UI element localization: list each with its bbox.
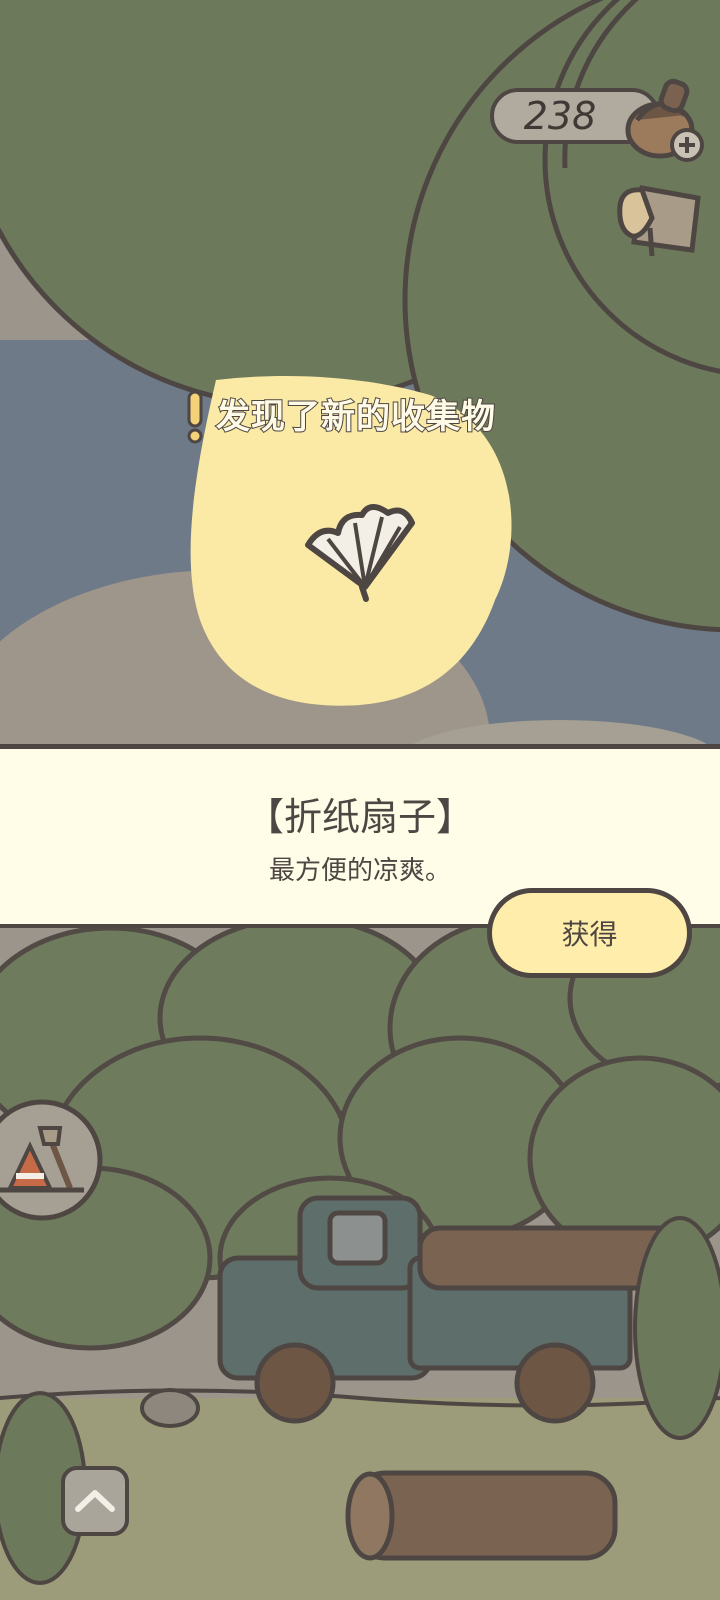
shovel-cone-icon[interactable]	[0, 1098, 105, 1223]
bag-icon[interactable]	[612, 178, 708, 264]
get-button[interactable]: 获得	[487, 888, 692, 978]
acorn-coin-add-icon[interactable]	[615, 70, 715, 170]
exclamation-icon	[187, 390, 203, 444]
chevron-up-icon[interactable]	[60, 1465, 130, 1537]
paper-fan-icon	[305, 504, 415, 602]
item-description: 最方便的凉爽。	[268, 856, 451, 886]
item-name: 【折纸扇子】	[245, 795, 474, 839]
coin-count: 238	[523, 94, 597, 138]
discovery-title: 发现了新的收集物	[215, 396, 496, 438]
